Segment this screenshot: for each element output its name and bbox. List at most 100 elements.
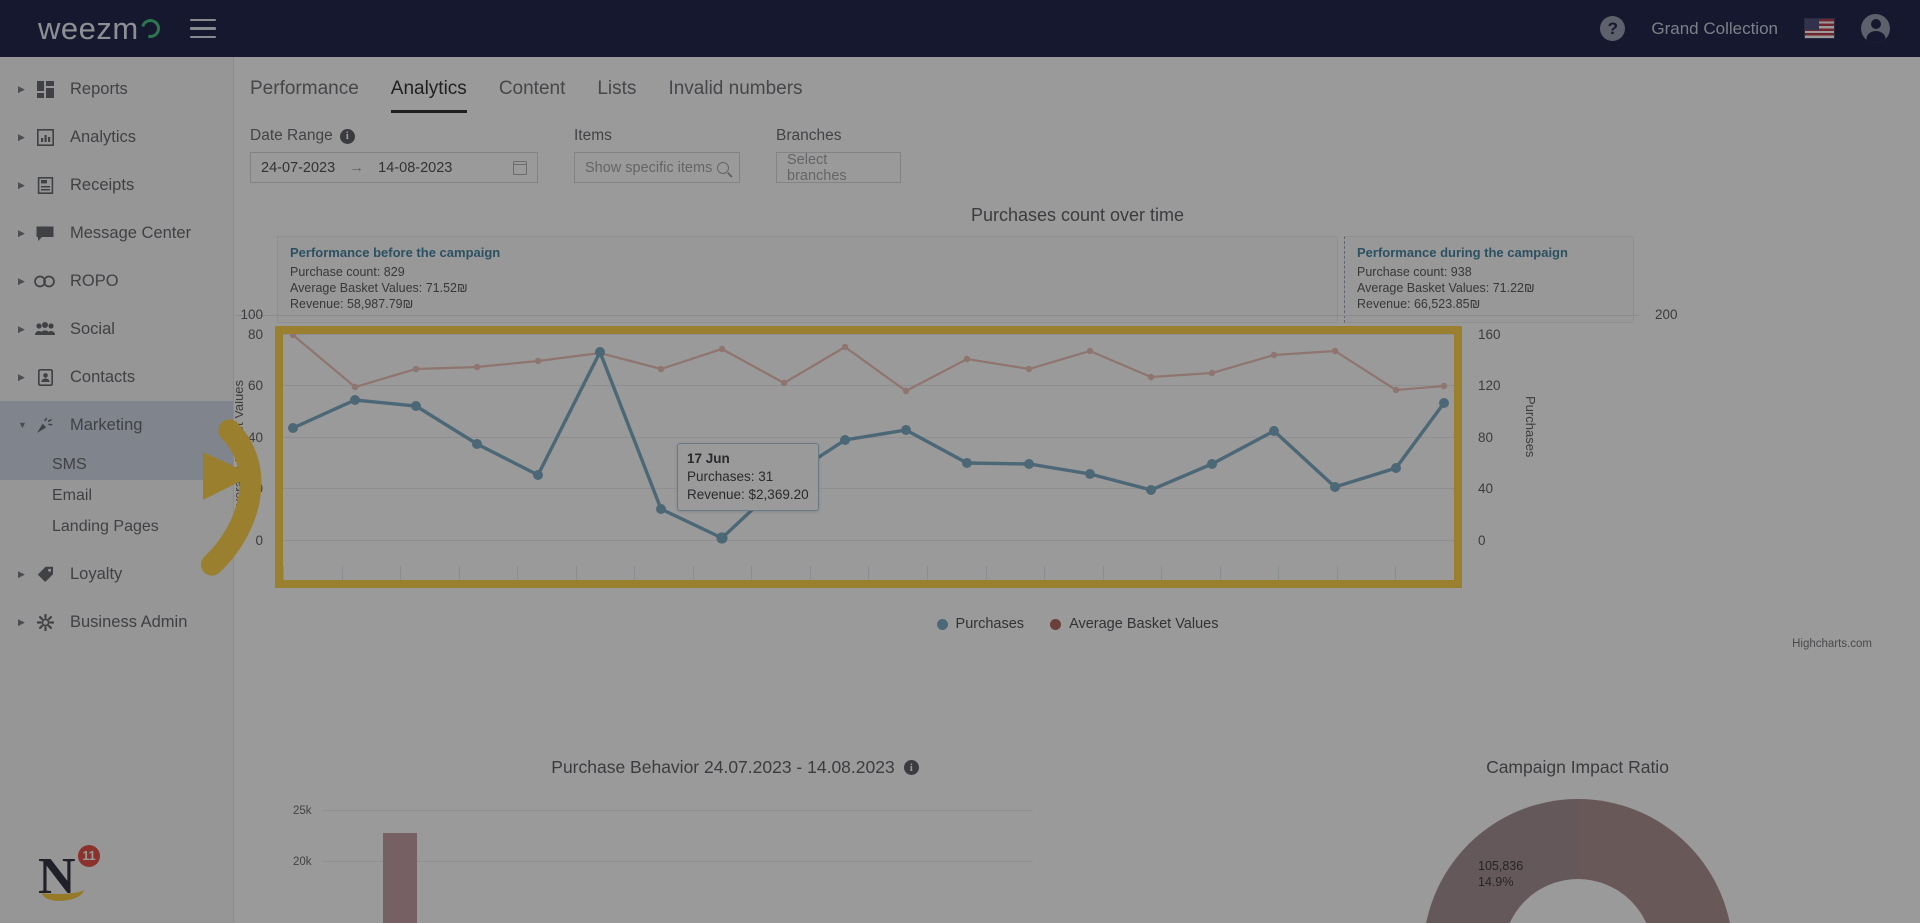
reports-icon	[32, 80, 58, 98]
performance-during-revenue: Revenue: 66,523.85₪	[1357, 296, 1481, 311]
date-range-input[interactable]: 24-07-2023 → 14-08-2023	[250, 152, 538, 183]
sidebar-item-label: Analytics	[70, 127, 137, 146]
sidebar-item-label: Contacts	[70, 367, 136, 386]
y-axis-tick-right: 0	[1478, 533, 1486, 548]
donut-chart[interactable]	[1422, 799, 1733, 923]
bar-gridline	[323, 861, 1033, 862]
ropo-icon	[32, 275, 58, 288]
top-bar-right-group: ? Grand Collection	[1600, 14, 1890, 43]
legend-item-purchases[interactable]: Purchases	[936, 616, 1024, 632]
y-axis-tick-left: 60	[247, 378, 263, 393]
us-flag-icon[interactable]	[1804, 18, 1835, 39]
highcharts-credit[interactable]: Highcharts.com	[1792, 638, 1872, 650]
purchase-behavior-title-row: Purchase Behavior 24.07.2023 - 14.08.202…	[235, 757, 1235, 778]
bar-gridline	[323, 810, 1033, 811]
sidebar-item-ropo[interactable]: ▶ ROPO	[0, 257, 233, 305]
tab-performance[interactable]: Performance	[250, 78, 359, 113]
chart-gridline	[235, 315, 1639, 316]
series-average-basket-values	[292, 334, 1445, 393]
legend-label: Average Basket Values	[1069, 616, 1219, 632]
sidebar-item-message-center[interactable]: ▶ Message Center	[0, 209, 233, 257]
bar-y-tick: 20k	[293, 856, 312, 868]
weezmo-logo[interactable]: weezm	[38, 11, 164, 47]
page-title: Purchases count over time	[970, 205, 1185, 225]
tab-invalid-numbers[interactable]: Invalid numbers	[668, 78, 802, 113]
search-icon[interactable]	[717, 161, 729, 174]
sidebar-item-label: Reports	[70, 79, 128, 98]
hamburger-menu-icon[interactable]	[189, 18, 216, 39]
sidebar-item-label: ROPO	[70, 271, 119, 290]
campaign-impact-title: Campaign Impact Ratio	[1486, 757, 1669, 777]
marketing-icon	[32, 417, 58, 434]
top-navigation-bar: weezm ? Grand Collection	[0, 0, 1920, 57]
performance-before-average-basket: Average Basket Values: 71.52₪	[290, 280, 468, 295]
date-range-arrow-icon: →	[349, 159, 365, 176]
account-name[interactable]: Grand Collection	[1651, 19, 1778, 39]
chevron-right-icon: ▶	[18, 568, 25, 579]
filter-bar: Date Range i 24-07-2023 → 14-08-2023 Ite…	[235, 113, 1920, 184]
sidebar-item-contacts[interactable]: ▶ Contacts	[0, 353, 233, 401]
legend-item-average-basket-values[interactable]: Average Basket Values	[1050, 616, 1218, 632]
notification-logo[interactable]: N 11	[38, 845, 100, 905]
sidebar-item-label: Message Center	[70, 223, 192, 242]
series-purchases-markers	[288, 347, 1449, 544]
chart-plot-area: Average Basket Values 80 60 40 20 0 Purc…	[235, 326, 1538, 588]
user-avatar-icon[interactable]	[1861, 14, 1890, 43]
sidebar-item-analytics[interactable]: ▶ Analytics	[0, 113, 233, 161]
social-icon	[32, 322, 58, 336]
sidebar-item-receipts[interactable]: ▶ Receipts	[0, 161, 233, 209]
chevron-right-icon: ▶	[18, 131, 25, 142]
contacts-icon	[32, 368, 58, 386]
info-icon[interactable]: i	[339, 128, 355, 144]
date-range-start[interactable]: 24-07-2023	[261, 160, 335, 176]
calendar-icon[interactable]	[512, 160, 528, 175]
items-filter: Items Show specific items	[574, 127, 740, 183]
tab-content[interactable]: Content	[499, 78, 566, 113]
y-axis-tick-right: 160	[1478, 327, 1501, 342]
y-axis-tick-right: 120	[1478, 378, 1501, 393]
main-content: Performance Analytics Content Lists Inva…	[235, 57, 1920, 923]
donut-slice-value: 105,836	[1478, 859, 1524, 873]
performance-during-purchase-count: Purchase count: 938	[1357, 264, 1472, 279]
branches-label-row: Branches	[776, 127, 901, 145]
notification-badge[interactable]: 11	[78, 845, 100, 867]
chart-legend: Purchases Average Basket Values	[235, 616, 1920, 632]
branches-filter: Branches Select branches	[776, 127, 901, 184]
tab-analytics[interactable]: Analytics	[390, 78, 467, 113]
sidebar-item-label: Business Admin	[70, 612, 188, 631]
tab-lists[interactable]: Lists	[597, 78, 636, 113]
date-range-values: 24-07-2023 → 14-08-2023	[261, 159, 452, 176]
tab-bar: Performance Analytics Content Lists Inva…	[235, 57, 1920, 113]
branches-input[interactable]: Select branches	[776, 151, 901, 184]
sidebar-item-business-admin[interactable]: ▶ Business Admin	[0, 598, 233, 646]
purchase-behavior-chart: Purchase Behavior 24.07.2023 - 14.08.202…	[235, 757, 1235, 923]
chevron-right-icon: ▶	[18, 616, 25, 627]
chart-tooltip: 17 Jun Purchases: 31 Revenue: $2,369.20	[677, 443, 819, 512]
y-axis-tick-right: 40	[1478, 481, 1494, 496]
tooltip-revenue: Revenue: $2,369.20	[687, 486, 809, 502]
legend-dot-icon	[1050, 618, 1062, 630]
sidebar-item-label: Receipts	[70, 175, 135, 194]
info-icon[interactable]: i	[903, 760, 919, 775]
tooltip-purchases: Purchases: 31	[687, 468, 774, 484]
performance-during-title: Performance during the campaign	[1357, 245, 1568, 260]
purchase-behavior-title: Purchase Behavior 24.07.2023 - 14.08.202…	[551, 757, 895, 777]
business-admin-icon	[32, 613, 58, 631]
performance-during-average-basket: Average Basket Values: 71.22₪	[1357, 280, 1535, 295]
help-icon[interactable]: ?	[1600, 16, 1626, 41]
y-axis-label-right: Purchases	[1523, 396, 1538, 458]
chart-series-svg	[288, 334, 1449, 544]
items-input[interactable]: Show specific items	[574, 152, 740, 183]
performance-before-title: Performance before the campaign	[290, 245, 501, 260]
date-range-label-row: Date Range i	[250, 127, 538, 145]
items-placeholder: Show specific items	[585, 159, 713, 176]
app-root: weezm ? Grand Collection ▶ Reports ▶ Ana…	[0, 0, 1920, 923]
chevron-right-icon: ▶	[18, 275, 25, 286]
date-range-end[interactable]: 14-08-2023	[378, 160, 452, 176]
series-purchases	[292, 347, 1446, 541]
sidebar-item-social[interactable]: ▶ Social	[0, 305, 233, 353]
branches-placeholder: Select branches	[787, 151, 847, 184]
sidebar-item-reports[interactable]: ▶ Reports	[0, 65, 233, 113]
bar[interactable]	[383, 833, 417, 923]
chevron-down-icon: ▼	[18, 419, 27, 430]
